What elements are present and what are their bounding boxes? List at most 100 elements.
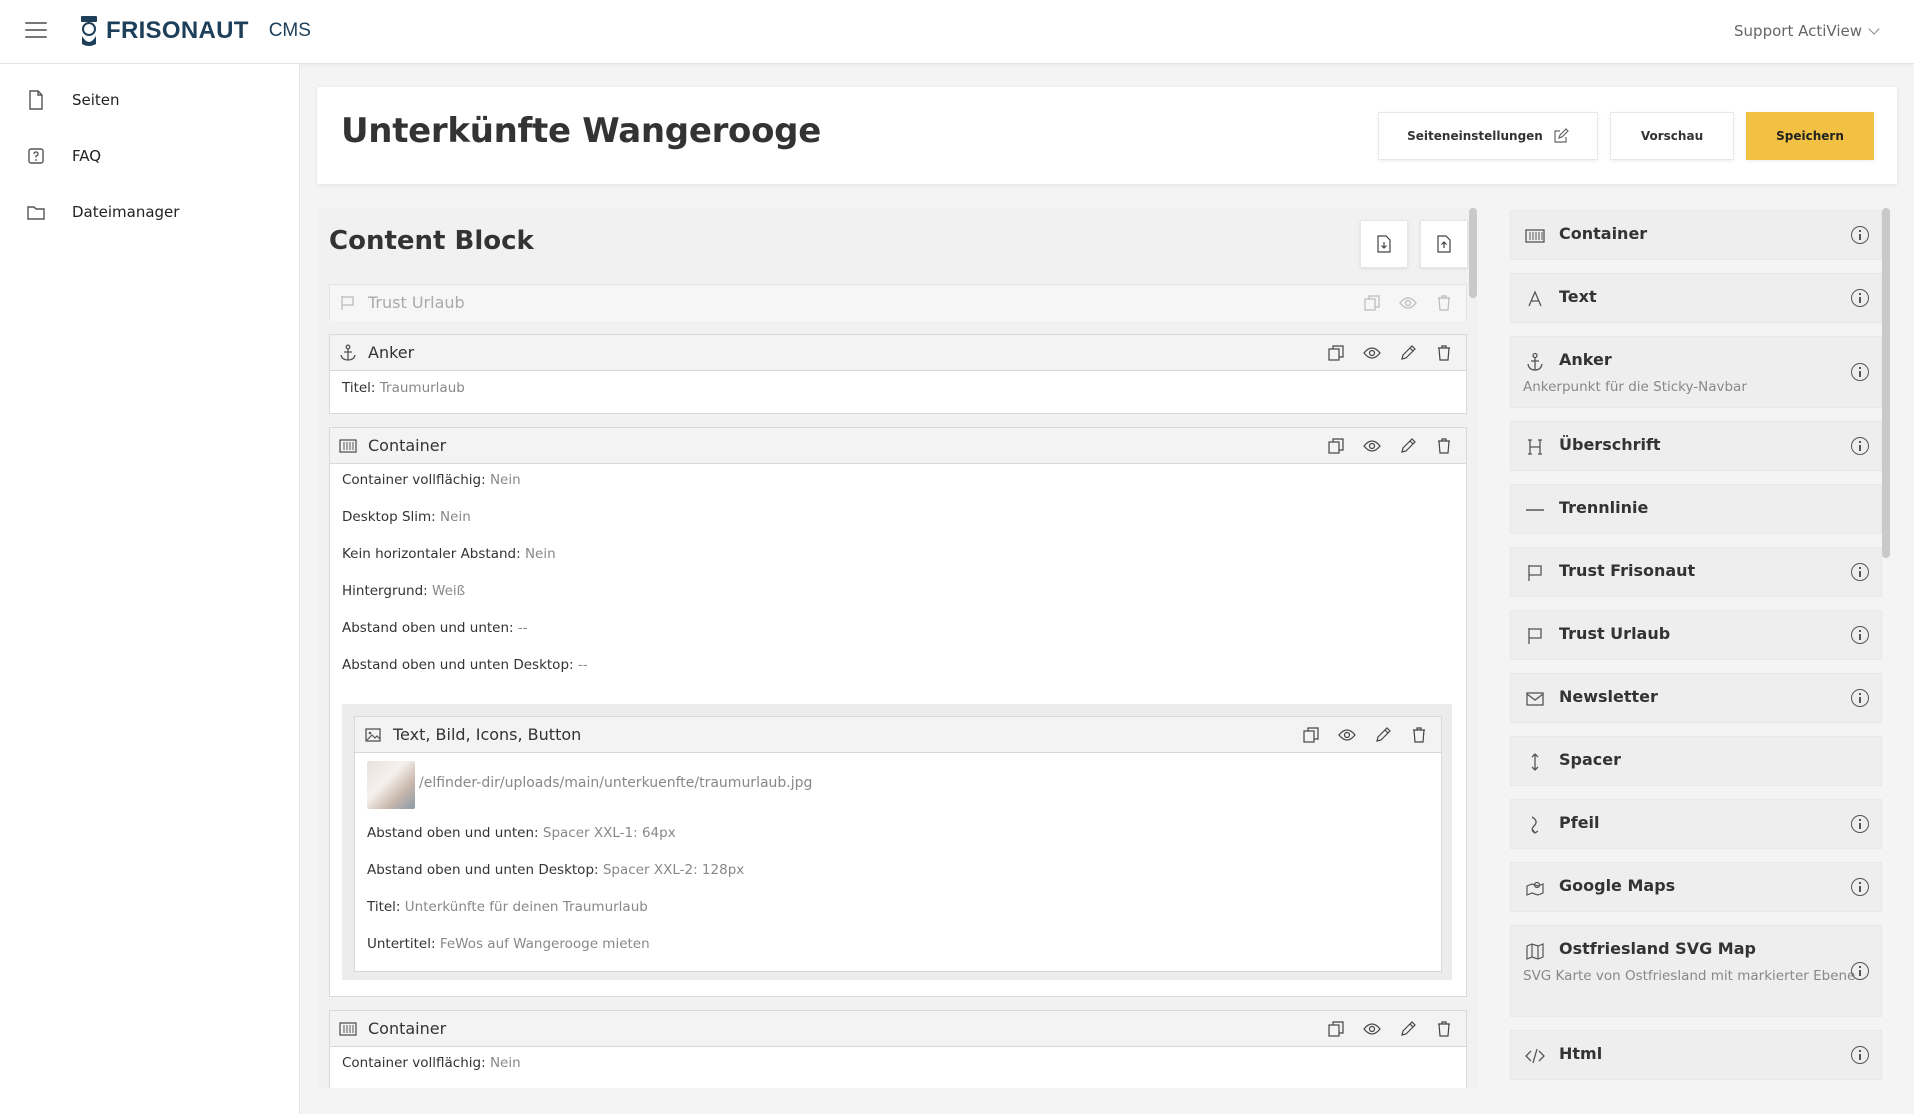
block-property: Container vollflächig: Nein	[342, 472, 521, 488]
palette-item-container[interactable]: Container	[1510, 210, 1882, 260]
property-value: FeWos auf Wangerooge mieten	[439, 936, 650, 952]
property-key: Abstand oben und unten:	[367, 825, 539, 841]
container-icon	[339, 1022, 357, 1036]
user-menu[interactable]: Support ActiView	[1734, 22, 1880, 40]
copy-button[interactable]	[1318, 1017, 1354, 1041]
info-icon[interactable]	[1851, 815, 1869, 833]
edit-button[interactable]	[1390, 341, 1426, 365]
palette-item-label: Container	[1559, 224, 1648, 243]
info-icon[interactable]	[1851, 563, 1869, 581]
palette-item-ostfriesland-svg-map[interactable]: Ostfriesland SVG Map SVG Karte von Ostfr…	[1510, 925, 1882, 1017]
pencil-icon	[1401, 438, 1416, 453]
content-block[interactable]: Anker Titel: Traumurlaub	[329, 334, 1467, 414]
palette-scrollbar[interactable]	[1882, 208, 1890, 558]
info-icon[interactable]	[1851, 1046, 1869, 1064]
property-value: Traumurlaub	[379, 380, 465, 396]
property-key: Abstand oben und unten:	[342, 620, 514, 636]
eye-icon	[1338, 729, 1356, 741]
content-block[interactable]: Container Container vollflächig: Nein	[329, 1010, 1467, 1088]
nested-drop-zone[interactable]: Text, Bild, Icons, Button /elfinder-dir/…	[342, 704, 1452, 980]
block-actions	[1354, 291, 1462, 315]
export-button[interactable]	[1420, 220, 1468, 268]
nested-block[interactable]: Text, Bild, Icons, Button /elfinder-dir/…	[354, 716, 1442, 972]
save-button[interactable]: Speichern	[1746, 112, 1874, 160]
import-button[interactable]	[1360, 220, 1408, 268]
property-value: Nein	[440, 509, 471, 525]
copy-button[interactable]	[1354, 291, 1390, 315]
visibility-button[interactable]	[1329, 723, 1365, 747]
info-icon[interactable]	[1851, 878, 1869, 896]
copy-button[interactable]	[1318, 341, 1354, 365]
palette-item-text[interactable]: Text	[1510, 273, 1882, 323]
sidebar-item-faq[interactable]: FAQ	[0, 136, 300, 176]
palette-item-label: Überschrift	[1559, 435, 1661, 454]
palette-item-newsletter[interactable]: Newsletter	[1510, 673, 1882, 723]
pencil-icon	[1376, 727, 1391, 742]
visibility-button[interactable]	[1354, 1017, 1390, 1041]
info-icon[interactable]	[1851, 226, 1869, 244]
info-icon[interactable]	[1851, 437, 1869, 455]
info-icon[interactable]	[1851, 689, 1869, 707]
block-property: Container vollflächig: Nein	[342, 1055, 521, 1071]
palette-item-trust-frisonaut[interactable]: Trust Frisonaut	[1510, 547, 1882, 597]
visibility-button[interactable]	[1354, 341, 1390, 365]
logo[interactable]: FRISONAUT CMS	[78, 14, 311, 48]
content-block[interactable]: Container Container vollflächig: Nein De…	[329, 427, 1467, 997]
visibility-button[interactable]	[1390, 291, 1426, 315]
preview-button[interactable]: Vorschau	[1610, 112, 1734, 160]
palette-item-spacer[interactable]: Spacer	[1510, 736, 1882, 786]
edit-button[interactable]	[1390, 434, 1426, 458]
edit-button[interactable]	[1390, 1017, 1426, 1041]
info-icon[interactable]	[1851, 962, 1869, 980]
palette-item-trust-urlaub[interactable]: Trust Urlaub	[1510, 610, 1882, 660]
block-title: Container	[368, 1019, 447, 1038]
palette-item-label: Anker	[1559, 350, 1612, 369]
block-actions	[1318, 1017, 1462, 1041]
info-icon[interactable]	[1851, 626, 1869, 644]
image-thumbnail[interactable]	[367, 761, 415, 809]
palette-item-trennlinie[interactable]: Trennlinie	[1510, 484, 1882, 534]
palette-item-anker[interactable]: Anker Ankerpunkt für die Sticky-Navbar	[1510, 336, 1882, 408]
pencil-icon	[1401, 345, 1416, 360]
delete-button[interactable]	[1401, 723, 1437, 747]
visibility-button[interactable]	[1354, 434, 1390, 458]
content-block[interactable]: Trust Urlaub	[329, 284, 1467, 321]
mail-icon	[1526, 692, 1544, 706]
sidebar-item-seiten[interactable]: Seiten	[0, 80, 300, 120]
sidebar-item-dateimanager[interactable]: Dateimanager	[0, 192, 300, 232]
palette-item-google-maps[interactable]: Google Maps	[1510, 862, 1882, 912]
delete-button[interactable]	[1426, 341, 1462, 365]
eye-icon	[1363, 440, 1381, 452]
map-pin-icon	[1526, 881, 1544, 896]
edit-button[interactable]	[1365, 723, 1401, 747]
image-row: /elfinder-dir/uploads/main/unterkuenfte/…	[355, 753, 1441, 813]
image-icon	[365, 728, 381, 742]
help-square-icon	[28, 148, 44, 164]
palette-item-label: Ostfriesland SVG Map	[1559, 939, 1756, 958]
menu-icon[interactable]	[25, 22, 47, 40]
delete-button[interactable]	[1426, 1017, 1462, 1041]
block-property: Titel: Unterkünfte für deinen Traumurlau…	[367, 899, 648, 915]
flag-icon	[1528, 565, 1542, 581]
copy-button[interactable]	[1293, 723, 1329, 747]
property-key: Container vollflächig:	[342, 472, 486, 488]
palette-item-html[interactable]: Html	[1510, 1030, 1882, 1080]
content-scrollbar[interactable]	[1469, 208, 1477, 298]
info-icon[interactable]	[1851, 363, 1869, 381]
property-value: --	[517, 620, 528, 636]
palette-item-ueberschrift[interactable]: Überschrift	[1510, 421, 1882, 471]
page-header: Unterkünfte Wangerooge Seiteneinstellung…	[317, 87, 1897, 184]
block-title: Anker	[368, 343, 415, 362]
palette-item-pfeil[interactable]: Pfeil	[1510, 799, 1882, 849]
flag-icon	[1528, 628, 1542, 644]
content-block-panel: Content Block Trust Urlaub Anker Titel: …	[317, 208, 1477, 1088]
copy-button[interactable]	[1318, 434, 1354, 458]
delete-button[interactable]	[1426, 291, 1462, 315]
delete-button[interactable]	[1426, 434, 1462, 458]
block-title: Trust Urlaub	[368, 293, 465, 312]
copy-icon	[1364, 295, 1380, 311]
info-icon[interactable]	[1851, 289, 1869, 307]
page-settings-button[interactable]: Seiteneinstellungen	[1378, 112, 1598, 160]
block-header: Trust Urlaub	[330, 285, 1466, 321]
file-export-icon	[1437, 235, 1451, 253]
